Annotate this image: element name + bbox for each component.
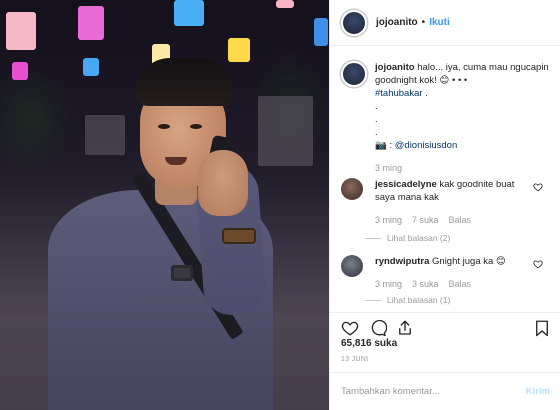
bag-buckle: [171, 265, 193, 281]
lantern: [12, 62, 28, 80]
lantern: [314, 18, 328, 46]
market-stall: [85, 115, 125, 155]
comment-meta: 3 ming 7 suka Balas: [375, 215, 481, 225]
lantern: [6, 12, 36, 50]
commenter-username[interactable]: ryndwiputra: [375, 256, 429, 267]
lantern: [276, 0, 294, 8]
comment-input[interactable]: [341, 386, 526, 397]
caption-text: jojoanito halo... iya, cuma mau ngucapin…: [375, 61, 551, 152]
caption-trailing-dot: .: [425, 88, 428, 99]
heart-icon[interactable]: [341, 319, 359, 337]
lantern: [174, 0, 204, 26]
comment-time[interactable]: 3 ming: [375, 215, 402, 225]
commenter-username[interactable]: jessicadelyne: [375, 179, 437, 190]
camera-icon: 📷: [375, 140, 387, 151]
caption-time[interactable]: 3 ming: [375, 163, 402, 173]
person-eye: [190, 124, 202, 129]
heart-icon[interactable]: [533, 259, 543, 269]
comment-meta: 3 ming 3 suka Balas: [375, 279, 481, 289]
post-header: jojoanito • Ikuti: [330, 0, 560, 46]
comment-text: jessicadelyne kak goodnite buat saya man…: [375, 178, 525, 204]
caption-dot-line: .: [375, 114, 378, 125]
caption-dot-line: .: [375, 101, 378, 112]
likes-count[interactable]: 65,816 suka: [341, 338, 397, 349]
post-date[interactable]: 13 JUNI: [341, 356, 368, 363]
follow-button[interactable]: Ikuti: [429, 17, 450, 28]
caption: jojoanito halo... iya, cuma mau ngucapin…: [341, 61, 551, 173]
comment-likes[interactable]: 3 suka: [412, 279, 439, 289]
market-stall: [258, 96, 313, 166]
caption-dot-line: .: [375, 127, 378, 138]
author-avatar[interactable]: [341, 9, 367, 36]
caption-avatar[interactable]: [341, 61, 367, 87]
comment-body: Gnight juga ka 😊: [432, 256, 506, 267]
lantern: [228, 38, 250, 62]
comment-likes[interactable]: 7 suka: [412, 215, 439, 225]
share-icon[interactable]: [396, 319, 414, 337]
post-side-panel: jojoanito • Ikuti jojoanito halo... iya,…: [329, 0, 560, 410]
add-comment-bar: Kirim: [330, 372, 560, 410]
commenter-avatar[interactable]: [341, 178, 363, 200]
post-comment-button[interactable]: Kirim: [526, 386, 550, 397]
view-replies-link[interactable]: Lihat balasan (2): [364, 233, 450, 243]
commenter-avatar[interactable]: [341, 255, 363, 277]
comment-item: ryndwiputra Gnight juga ka 😊 3 ming 3 su…: [341, 255, 551, 305]
credit-prefix: :: [386, 140, 395, 151]
separator-dot: •: [421, 17, 426, 28]
author-username[interactable]: jojoanito: [376, 17, 418, 28]
comment-text: ryndwiputra Gnight juga ka 😊: [375, 255, 525, 268]
lantern: [78, 6, 104, 40]
wristwatch: [222, 228, 256, 244]
person-eye: [158, 124, 170, 129]
person-hand: [198, 150, 248, 216]
lantern: [83, 58, 99, 76]
comment-icon[interactable]: [369, 319, 387, 337]
comment-time[interactable]: 3 ming: [375, 279, 402, 289]
comments-list[interactable]: jojoanito halo... iya, cuma mau ngucapin…: [330, 47, 560, 312]
person-hair: [135, 58, 233, 106]
reply-button[interactable]: Balas: [449, 279, 472, 289]
reply-button[interactable]: Balas: [449, 215, 472, 225]
comment-item: jessicadelyne kak goodnite buat saya man…: [341, 178, 551, 243]
caption-username[interactable]: jojoanito: [375, 62, 415, 73]
post-photo[interactable]: [0, 0, 329, 410]
bookmark-icon[interactable]: [533, 319, 551, 337]
view-replies-link[interactable]: Lihat balasan (1): [364, 295, 450, 305]
caption-hashtag[interactable]: #tahubakar: [375, 88, 423, 99]
credit-mention[interactable]: @dionisiusdon: [395, 140, 457, 151]
heart-icon[interactable]: [533, 182, 543, 192]
